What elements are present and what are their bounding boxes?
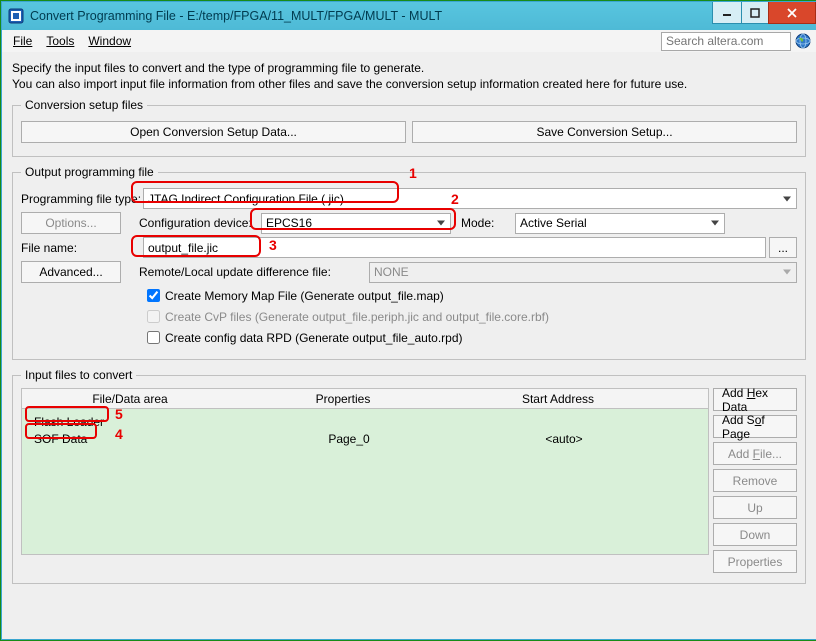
add-sof-button[interactable]: Add Sof Page — [713, 415, 797, 438]
open-conversion-button[interactable]: Open Conversion Setup Data... — [21, 121, 406, 143]
rldiff-label: Remote/Local update difference file: — [139, 265, 369, 279]
config-device-combo[interactable]: EPCS16 — [261, 213, 451, 234]
output-legend: Output programming file — [21, 165, 158, 179]
col-startaddr: Start Address — [448, 392, 668, 406]
mode-combo[interactable]: Active Serial — [515, 213, 725, 234]
chevron-down-icon — [783, 270, 791, 275]
chevron-down-icon — [711, 221, 719, 226]
menu-window[interactable]: Window — [81, 32, 138, 50]
create-rpd-checkbox[interactable]: Create config data RPD (Generate output_… — [143, 328, 797, 347]
menu-file[interactable]: File — [6, 32, 39, 50]
down-button: Down — [713, 523, 797, 546]
remove-button: Remove — [713, 469, 797, 492]
annotation-num-1: 1 — [409, 165, 417, 181]
close-button[interactable] — [768, 2, 816, 24]
up-button: Up — [713, 496, 797, 519]
options-button: Options... — [21, 212, 121, 234]
cell-filedata: SOF Data — [28, 432, 244, 446]
config-device-value: EPCS16 — [266, 216, 312, 230]
input-files-legend: Input files to convert — [21, 368, 136, 382]
output-group: Output programming file Programming file… — [12, 165, 806, 360]
cell-filedata: Flash Loader — [28, 415, 244, 429]
cell-start: <auto> — [454, 432, 674, 446]
chevron-down-icon — [783, 196, 791, 201]
advanced-button[interactable]: Advanced... — [21, 261, 121, 283]
conversion-setup-legend: Conversion setup files — [21, 98, 147, 112]
rldiff-value: NONE — [374, 265, 409, 279]
search-box[interactable] — [661, 32, 791, 51]
add-file-button: Add File... — [713, 442, 797, 465]
create-cvp-checkbox: Create CvP files (Generate output_file.p… — [143, 307, 797, 326]
table-row[interactable]: SOF Data Page_0 <auto> — [28, 430, 702, 447]
conversion-setup-group: Conversion setup files Open Conversion S… — [12, 98, 806, 157]
table-header: File/Data area Properties Start Address — [22, 389, 708, 409]
col-filedata: File/Data area — [22, 392, 238, 406]
save-conversion-button[interactable]: Save Conversion Setup... — [412, 121, 797, 143]
search-input[interactable] — [662, 34, 790, 48]
table-row[interactable]: Flash Loader — [28, 413, 702, 430]
app-icon — [8, 8, 24, 24]
maximize-button[interactable] — [741, 2, 769, 24]
programming-type-combo[interactable]: JTAG Indirect Configuration File (.jic) — [143, 188, 797, 209]
globe-icon[interactable] — [794, 32, 812, 50]
input-files-group: Input files to convert File/Data area Pr… — [12, 368, 806, 584]
programming-type-label: Programming file type: — [21, 192, 143, 206]
properties-button: Properties — [713, 550, 797, 573]
rldiff-combo: NONE — [369, 262, 797, 283]
window-title: Convert Programming File - E:/temp/FPGA/… — [30, 9, 713, 23]
cell-props: Page_0 — [244, 432, 454, 446]
file-name-input[interactable]: output_file.jic — [143, 237, 766, 258]
create-map-checkbox[interactable]: Create Memory Map File (Generate output_… — [143, 286, 797, 305]
add-hex-button[interactable]: Add Hex Data — [713, 388, 797, 411]
menu-tools[interactable]: Tools — [39, 32, 81, 50]
chevron-down-icon — [437, 221, 445, 226]
programming-type-value: JTAG Indirect Configuration File (.jic) — [148, 192, 344, 206]
minimize-button[interactable] — [712, 2, 742, 24]
mode-value: Active Serial — [520, 216, 587, 230]
file-name-label: File name: — [21, 241, 143, 255]
config-device-label: Configuration device: — [139, 216, 261, 230]
create-rpd-input[interactable] — [147, 331, 160, 344]
intro-text: Specify the input files to convert and t… — [12, 60, 806, 92]
browse-button[interactable]: ... — [769, 237, 797, 258]
create-cvp-input — [147, 310, 160, 323]
create-map-input[interactable] — [147, 289, 160, 302]
mode-label: Mode: — [461, 216, 515, 230]
col-properties: Properties — [238, 392, 448, 406]
